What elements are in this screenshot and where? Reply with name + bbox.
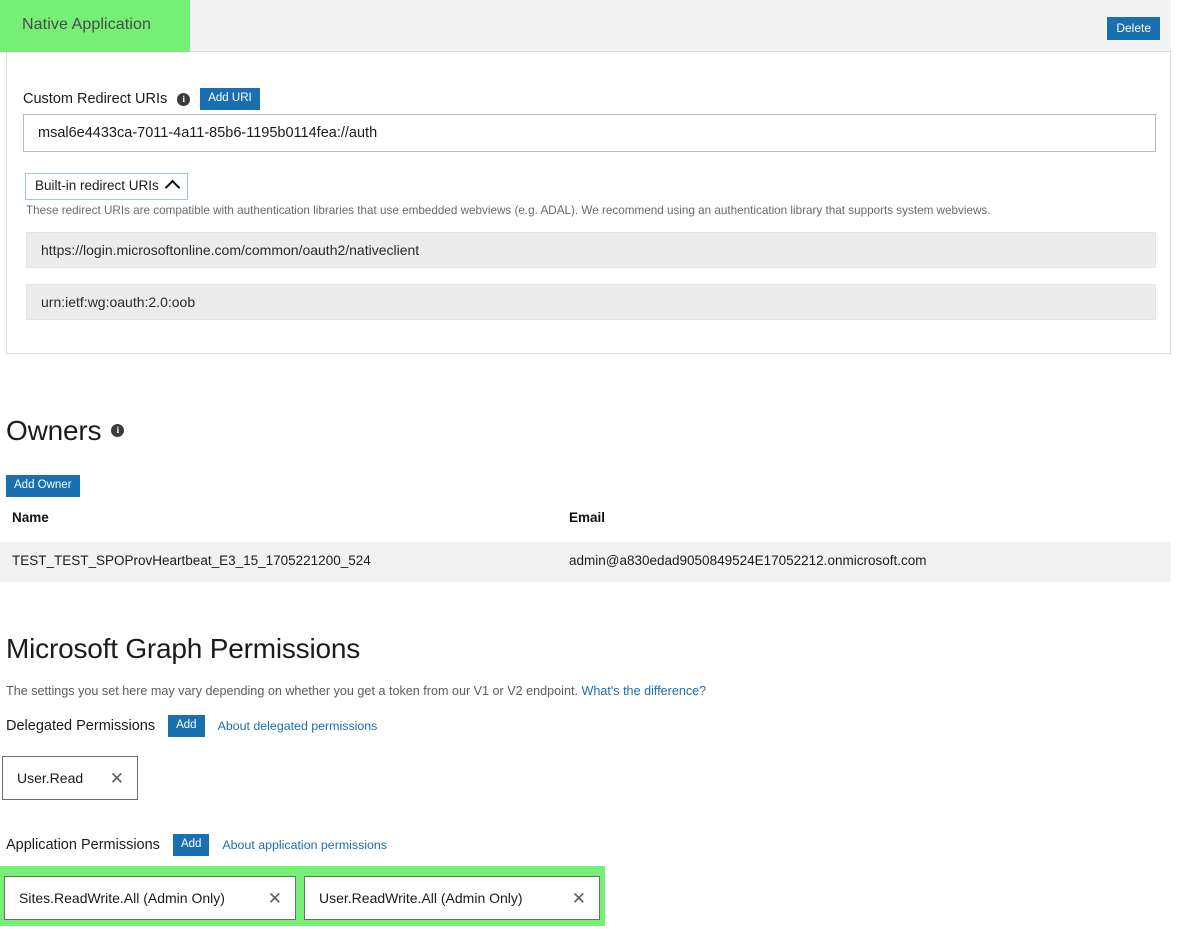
custom-redirect-label-row: Custom Redirect URIs i Add URI <box>23 88 260 110</box>
builtin-redirect-description: These redirect URIs are compatible with … <box>26 204 991 217</box>
delegated-permission-chip[interactable]: User.Read ✕ <box>2 756 138 800</box>
application-permission-label: Sites.ReadWrite.All (Admin Only) <box>19 890 225 906</box>
application-permissions-label: Application Permissions <box>6 837 160 853</box>
builtin-redirect-uris-toggle[interactable]: Built-in redirect URIs <box>25 173 188 200</box>
graph-permissions-subtitle-text: The settings you set here may vary depen… <box>6 684 582 698</box>
whats-the-difference-link[interactable]: What's the difference? <box>581 684 706 698</box>
add-application-permission-button[interactable]: Add <box>172 834 210 856</box>
close-icon[interactable]: ✕ <box>572 890 586 907</box>
owner-email-cell: admin@a830edad9050849524E17052212.onmicr… <box>569 553 927 568</box>
close-icon[interactable]: ✕ <box>268 890 282 907</box>
info-icon[interactable]: i <box>111 424 125 437</box>
close-icon[interactable]: ✕ <box>110 770 124 787</box>
delete-button[interactable]: Delete <box>1107 17 1160 40</box>
add-delegated-permission-button[interactable]: Add <box>168 715 205 737</box>
app-header: Native Application Delete <box>0 0 1171 52</box>
owner-name-cell: TEST_TEST_SPOProvHeartbeat_E3_15_1705221… <box>12 553 371 568</box>
chevron-up-icon <box>164 179 181 196</box>
application-permissions-row: Application Permissions Add About applic… <box>6 834 387 856</box>
custom-redirect-uri-input[interactable] <box>23 114 1156 152</box>
table-row[interactable]: TEST_TEST_SPOProvHeartbeat_E3_15_1705221… <box>0 542 1171 582</box>
owners-column-header-email: Email <box>569 510 606 525</box>
graph-permissions-subtitle: The settings you set here may vary depen… <box>6 684 706 698</box>
owners-heading: Owners i <box>6 415 125 447</box>
owners-heading-text: Owners <box>6 415 102 446</box>
graph-permissions-heading: Microsoft Graph Permissions <box>6 633 361 664</box>
custom-redirect-label: Custom Redirect URIs <box>23 91 168 107</box>
builtin-redirect-uri-1: https://login.microsoftonline.com/common… <box>26 232 1156 268</box>
add-owner-button[interactable]: Add Owner <box>6 475 80 497</box>
page-title: Native Application <box>22 16 151 33</box>
delegated-permissions-row: Delegated Permissions Add About delegate… <box>6 715 377 737</box>
about-application-permissions-link[interactable]: About application permissions <box>222 838 387 852</box>
builtin-redirect-uri-2: urn:ietf:wg:oauth:2.0:oob <box>26 284 1156 320</box>
owners-column-header-name: Name <box>12 510 49 525</box>
application-permission-label: User.ReadWrite.All (Admin Only) <box>319 890 523 906</box>
about-delegated-permissions-link[interactable]: About delegated permissions <box>218 719 378 733</box>
add-uri-button[interactable]: Add URI <box>200 88 260 110</box>
builtin-redirect-uris-toggle-label: Built-in redirect URIs <box>35 178 159 193</box>
application-permission-chip[interactable]: Sites.ReadWrite.All (Admin Only) ✕ <box>4 876 296 920</box>
delegated-permission-label: User.Read <box>17 770 84 786</box>
redirect-uris-card: Custom Redirect URIs i Add URI Built-in … <box>6 52 1171 354</box>
info-icon[interactable]: i <box>177 92 191 106</box>
delegated-permissions-label: Delegated Permissions <box>6 718 156 734</box>
application-permission-chip[interactable]: User.ReadWrite.All (Admin Only) ✕ <box>304 876 600 920</box>
